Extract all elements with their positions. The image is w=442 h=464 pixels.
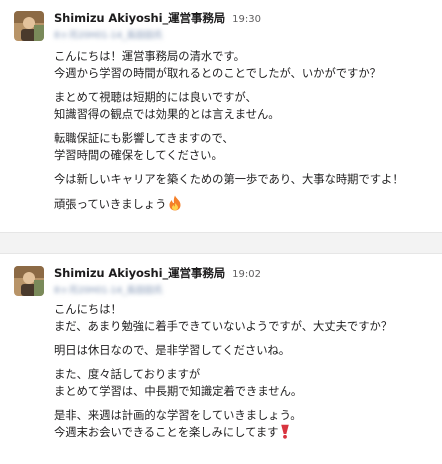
message-paragraph: 今は新しいキャリアを築くための第一歩であり、大事な時期ですよ！ [54,171,434,188]
message-body: こんにちは！運営事務局の清水です。 今週から学習の時間が取れるとのことでしたが、… [54,48,434,223]
message-line: まとめて学習は、中長期で知識定着できません。 [54,385,303,398]
message-paragraph: 頑張っていきましょう [54,195,434,216]
sender-name[interactable]: Shimizu Akiyoshi_運営事務局 [54,10,225,26]
sender-subtitle: 8ヶ月20H01-14_長田田氏 [54,31,163,41]
message-paragraph: まとめて視聴は短期的には良いですが、 知識習得の観点では効果的とは言えません。 [54,89,434,123]
message-paragraph: 是非、来週は計画的な学習をしていきましょう。 今週末お会いできることを楽しみにし… [54,407,434,444]
sender-name[interactable]: Shimizu Akiyoshi_運営事務局 [54,265,225,281]
message-body: こんにちは！ まだ、あまり勉強に着手できていないようですが、大丈夫ですか？ 明日… [54,301,434,451]
message-line: 是非、来週は計画的な学習をしていきましょう。 [54,409,302,422]
message-line: まだ、あまり勉強に着手できていないようですが、大丈夫ですか？ [54,320,393,333]
message-line: 知識習得の観点では効果的とは言えません。 [54,108,280,121]
timestamp[interactable]: 19:02 [232,269,261,280]
message-paragraph: 転職保証にも影響してきますので、 学習時間の確保をしてください。 [54,130,434,164]
avatar[interactable] [14,266,44,296]
message-text: 今週末お会いできることを楽しみにしてます [54,426,279,439]
message-line: こんにちは！ [54,303,122,316]
message-line: 転職保証にも影響してきますので、 [54,132,234,145]
message-paragraph: こんにちは！ まだ、あまり勉強に着手できていないようですが、大丈夫ですか？ [54,301,434,335]
message-line: 学習時間の確保をしてください。 [54,149,223,162]
message-line: 頑張っていきましょう [54,195,434,216]
message-header: Shimizu Akiyoshi_運営事務局 19:30 [54,10,261,26]
sender-subtitle: 8ヶ月20H01-14_長田田氏 [54,286,163,296]
message-line: 今週末お会いできることを楽しみにしてます [54,424,434,444]
message-line: こんにちは！運営事務局の清水です。 [54,50,245,63]
message-paragraph: また、度々話しておりますが まとめて学習は、中長期で知識定着できません。 [54,366,434,400]
message-line: 今は新しいキャリアを築くための第一歩であり、大事な時期ですよ！ [54,173,404,186]
timestamp[interactable]: 19:30 [232,14,261,25]
message-card: Shimizu Akiyoshi_運営事務局 19:02 8ヶ月20H01-14… [0,254,442,464]
fire-icon [168,195,182,216]
exclamation-icon [280,424,290,444]
message-paragraph: 明日は休日なので、是非学習してくださいね。 [54,342,434,359]
message-line: また、度々話しておりますが [54,368,201,381]
message-line: 今週から学習の時間が取れるとのことでしたが、いかがですか？ [54,67,381,80]
message-text: 頑張っていきましょう [54,198,167,211]
message-header: Shimizu Akiyoshi_運営事務局 19:02 [54,265,261,281]
avatar[interactable] [14,11,44,41]
message-line: 明日は休日なので、是非学習してくださいね。 [54,344,291,357]
message-paragraph: こんにちは！運営事務局の清水です。 今週から学習の時間が取れるとのことでしたが、… [54,48,434,82]
message-separator [0,232,442,254]
message-line: まとめて視聴は短期的には良いですが、 [54,91,257,104]
message-card: Shimizu Akiyoshi_運営事務局 19:30 8ヶ月20H01-14… [0,0,442,232]
